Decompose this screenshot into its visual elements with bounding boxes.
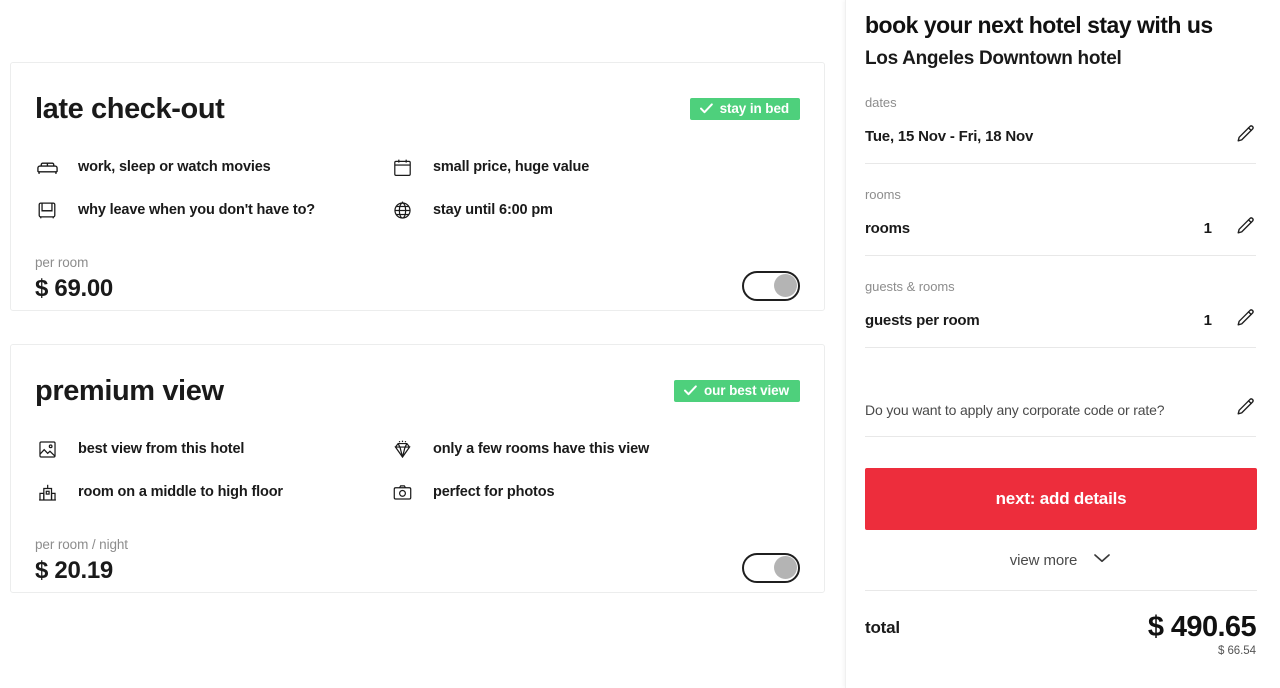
offer-features: best view from this hotel only a few roo… bbox=[35, 437, 800, 504]
status-badge: stay in bed bbox=[689, 98, 800, 120]
total-amounts: $ 490.65 $ 66.54 bbox=[1147, 611, 1257, 657]
check-icon bbox=[699, 103, 713, 114]
view-more-toggle[interactable]: view more bbox=[865, 551, 1256, 590]
feature-item: perfect for photos bbox=[390, 480, 800, 504]
price-block: per room $ 69.00 bbox=[35, 255, 113, 303]
total-amount: $ 490.65 bbox=[1147, 611, 1257, 643]
offer-toggle-late-check-out[interactable] bbox=[742, 271, 800, 301]
guests-row[interactable]: guests per room 1 bbox=[865, 295, 1256, 348]
page-title: book your next hotel stay with us bbox=[865, 12, 1213, 38]
feature-label: room on a middle to high floor bbox=[78, 484, 283, 500]
edit-dates-pencil-icon[interactable] bbox=[1234, 123, 1256, 150]
price-block: per room / night $ 20.19 bbox=[35, 537, 128, 585]
chevron-down-icon bbox=[1093, 551, 1111, 569]
dates-caption: dates bbox=[865, 95, 897, 110]
edit-guests-pencil-icon[interactable] bbox=[1234, 307, 1256, 334]
offer-card-header: late check-out stay in bed bbox=[35, 89, 800, 135]
view-more-label: view more bbox=[1009, 551, 1078, 569]
feature-label: work, sleep or watch movies bbox=[78, 159, 271, 175]
feature-label: why leave when you don't have to? bbox=[78, 202, 315, 218]
price-value: $ 69.00 bbox=[35, 275, 113, 302]
offers-column: late check-out stay in bed work, sleep o… bbox=[0, 0, 845, 688]
corporate-code-prompt: Do you want to apply any corporate code … bbox=[865, 401, 1165, 418]
feature-item: room on a middle to high floor bbox=[35, 480, 390, 504]
guests-count: 1 bbox=[1203, 312, 1212, 329]
dates-row[interactable]: Tue, 15 Nov - Fri, 18 Nov bbox=[865, 111, 1256, 164]
offer-title: premium view bbox=[35, 375, 224, 407]
offer-card-premium-view[interactable]: premium view our best view best view fro… bbox=[10, 344, 825, 593]
price-unit-label: per room / night bbox=[35, 537, 128, 552]
dates-value: Tue, 15 Nov - Fri, 18 Nov bbox=[865, 128, 1034, 145]
feature-label: only a few rooms have this view bbox=[433, 441, 650, 457]
guests-row-actions: 1 bbox=[1204, 307, 1256, 334]
offer-card-late-check-out[interactable]: late check-out stay in bed work, sleep o… bbox=[10, 62, 825, 311]
globe-icon bbox=[390, 198, 414, 222]
feature-label: perfect for photos bbox=[433, 484, 555, 500]
price-value: $ 20.19 bbox=[35, 557, 113, 584]
building-icon bbox=[35, 480, 59, 504]
dates-group: dates Tue, 15 Nov - Fri, 18 Nov bbox=[865, 95, 1256, 164]
toggle-knob bbox=[774, 556, 797, 579]
total-label: total bbox=[865, 618, 900, 637]
offer-price-row: per room $ 69.00 bbox=[35, 255, 800, 303]
guests-caption: guests & rooms bbox=[865, 279, 955, 294]
status-badge-label: stay in bed bbox=[719, 100, 790, 116]
edit-corporate-code-pencil-icon[interactable] bbox=[1234, 396, 1256, 423]
check-icon bbox=[684, 385, 697, 396]
rooms-row-actions: 1 bbox=[1204, 215, 1256, 242]
corporate-row-actions bbox=[1234, 396, 1256, 423]
feature-item: best view from this hotel bbox=[35, 437, 390, 461]
toggle-knob bbox=[774, 274, 797, 297]
next-add-details-button[interactable]: next: add details bbox=[865, 468, 1257, 530]
offer-price-row: per room / night $ 20.19 bbox=[35, 537, 800, 585]
calendar-icon bbox=[390, 155, 414, 179]
booking-upsell-page: late check-out stay in bed work, sleep o… bbox=[0, 0, 1280, 688]
feature-label: small price, huge value bbox=[433, 159, 590, 175]
offer-features: work, sleep or watch movies small price,… bbox=[35, 155, 800, 222]
diamond-icon bbox=[390, 437, 414, 461]
status-badge-label: our best view bbox=[704, 382, 789, 398]
bed-icon bbox=[35, 155, 59, 179]
feature-item: only a few rooms have this view bbox=[390, 437, 800, 461]
rooms-row[interactable]: rooms 1 bbox=[865, 203, 1256, 256]
guests-label: guests per room bbox=[865, 312, 980, 329]
hotel-name: Los Angeles Downtown hotel bbox=[865, 48, 1122, 69]
status-badge: our best view bbox=[674, 380, 800, 402]
feature-item: why leave when you don't have to? bbox=[35, 198, 390, 222]
feature-item: small price, huge value bbox=[390, 155, 800, 179]
total-row: total $ 490.65 $ 66.54 bbox=[865, 591, 1257, 657]
offer-title: late check-out bbox=[35, 93, 225, 125]
rooms-group: rooms rooms 1 bbox=[865, 187, 1256, 256]
feature-item: work, sleep or watch movies bbox=[35, 155, 390, 179]
rooms-label: rooms bbox=[865, 220, 910, 237]
feature-label: stay until 6:00 pm bbox=[433, 202, 553, 218]
guests-group: guests & rooms guests per room 1 bbox=[865, 279, 1256, 348]
total-footnote-clipped bbox=[865, 667, 1256, 673]
feature-item: stay until 6:00 pm bbox=[390, 198, 800, 222]
image-icon bbox=[35, 437, 59, 461]
corporate-code-row[interactable]: Do you want to apply any corporate code … bbox=[865, 384, 1256, 437]
offer-toggle-premium-view[interactable] bbox=[742, 553, 800, 583]
total-sub-amount: $ 66.54 bbox=[1217, 645, 1256, 657]
rooms-caption: rooms bbox=[865, 187, 901, 202]
armchair-icon bbox=[35, 198, 59, 222]
rooms-count: 1 bbox=[1203, 220, 1212, 237]
booking-summary-panel: book your next hotel stay with us Los An… bbox=[845, 0, 1280, 688]
price-unit-label: per room bbox=[35, 255, 89, 270]
edit-rooms-pencil-icon[interactable] bbox=[1234, 215, 1256, 242]
camera-icon bbox=[390, 480, 414, 504]
feature-label: best view from this hotel bbox=[78, 441, 245, 457]
offer-card-header: premium view our best view bbox=[35, 371, 800, 417]
dates-row-actions bbox=[1234, 123, 1256, 150]
